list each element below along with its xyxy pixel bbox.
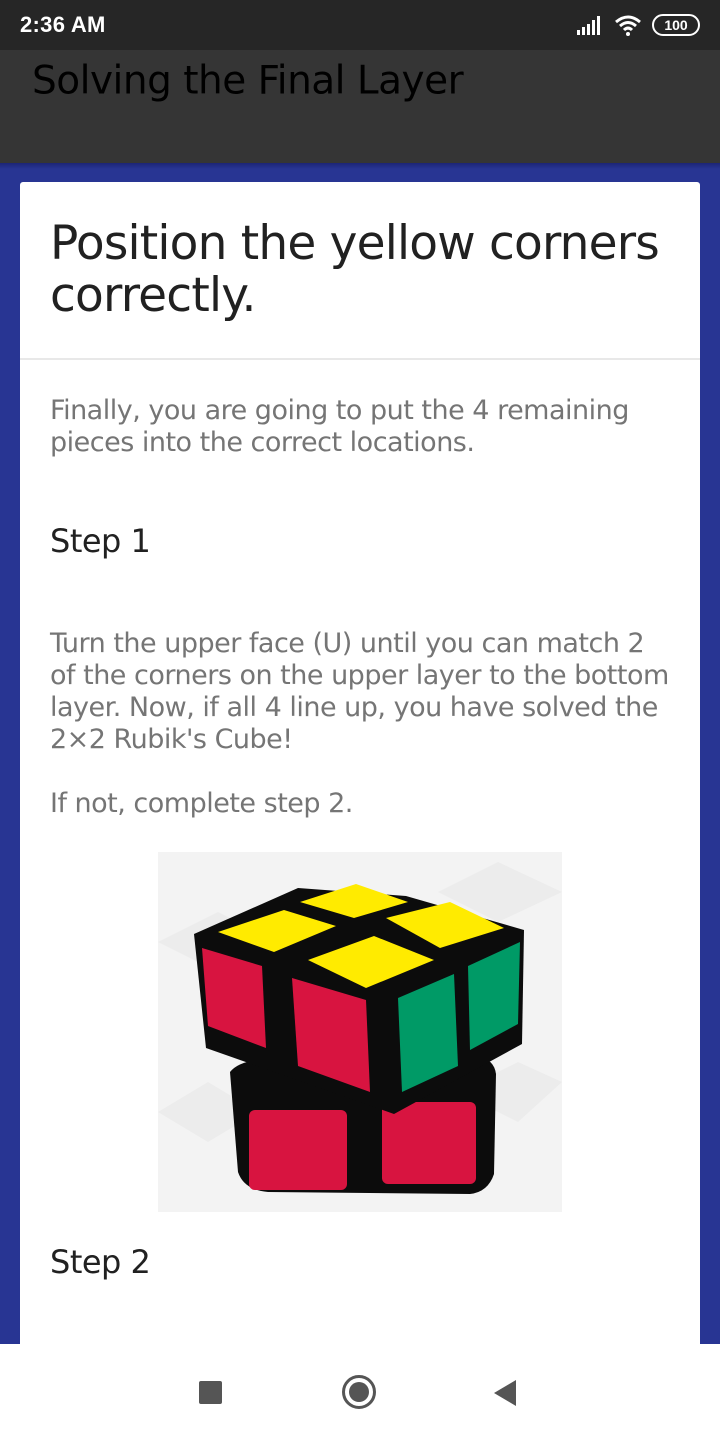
wifi-icon xyxy=(615,15,641,36)
step-1-title: Step 1 xyxy=(50,522,151,560)
battery-level: 100 xyxy=(664,17,688,33)
battery-icon: 100 xyxy=(652,14,700,36)
signal-icon xyxy=(577,16,600,35)
status-time: 2:36 AM xyxy=(20,12,106,37)
intro-text: Finally, you are going to put the 4 rema… xyxy=(50,395,629,458)
app-bar-shadow xyxy=(0,163,720,169)
status-bar: 2:36 AM 100 xyxy=(0,0,720,50)
page-title: Solving the Final Layer xyxy=(32,58,464,104)
step-2-title: Step 2 xyxy=(50,1243,151,1281)
rubiks-cube-image xyxy=(158,852,562,1212)
content-card: Position the yellow corners correctly. F… xyxy=(20,182,700,1382)
card-heading: Position the yellow corners correctly. xyxy=(50,216,660,323)
step-1-body: Turn the upper face (U) until you can ma… xyxy=(50,628,669,755)
step-1-followup: If not, complete step 2. xyxy=(50,788,353,819)
rubiks-cube-illustration xyxy=(158,852,562,1212)
back-icon[interactable] xyxy=(494,1380,516,1406)
card-divider xyxy=(20,358,700,360)
recent-apps-icon[interactable] xyxy=(199,1381,222,1404)
home-icon[interactable] xyxy=(342,1375,376,1409)
status-icons: 100 xyxy=(576,12,700,38)
